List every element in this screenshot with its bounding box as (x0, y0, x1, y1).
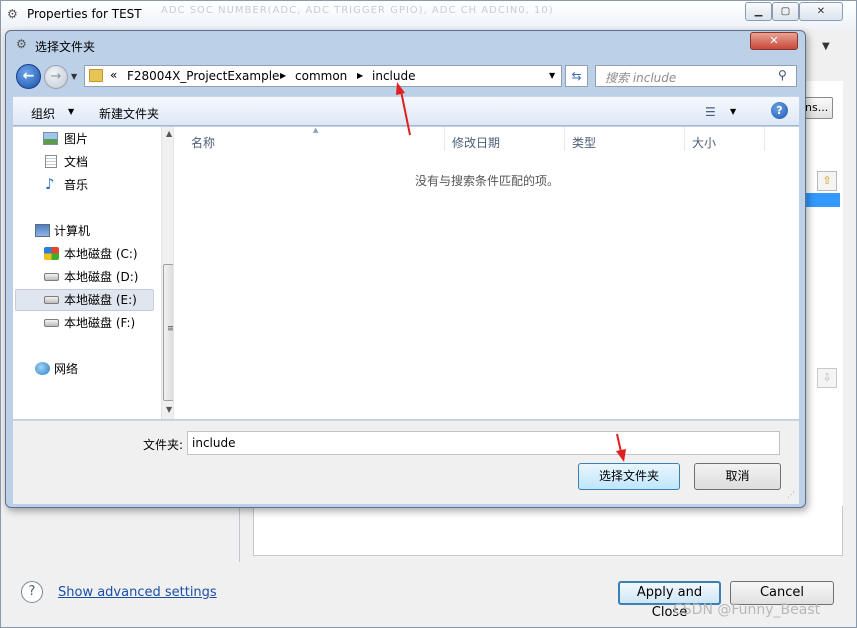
move-down-icon[interactable]: ⇩ (817, 368, 837, 388)
chevron-down-icon[interactable]: ▼ (730, 107, 736, 116)
column-header-type[interactable]: 类型 (572, 134, 596, 151)
folder-icon (89, 69, 103, 82)
system-drive-icon (44, 247, 59, 260)
breadcrumb-item[interactable]: include (372, 69, 415, 83)
view-options-icon[interactable]: ☰ (705, 105, 716, 119)
column-divider[interactable] (564, 127, 565, 151)
nav-item-label: 计算机 (54, 224, 91, 238)
nav-item-network[interactable]: 网络 (13, 358, 155, 380)
folder-label: 文件夹: (143, 438, 184, 452)
background-lower-panel (253, 506, 843, 556)
watermark: CSDN @Funny_Beast (673, 602, 821, 618)
file-list-pane: ▲ 名称 修改日期 类型 大小 没有与搜索条件匹配的项。 (173, 126, 799, 419)
nav-item-computer[interactable]: 计算机 (13, 220, 155, 242)
sort-ascending-icon: ▲ (313, 126, 319, 134)
select-folder-dialog: ⚙ 选择文件夹 ✕ ← → ▼ « F28004X_ProjectExample… (5, 30, 806, 508)
nav-item-label: 文档 (64, 155, 89, 169)
search-icon[interactable]: ⚲ (778, 68, 787, 82)
nav-item-drive-e[interactable]: 本地磁盘 (E:) (15, 289, 154, 311)
nav-item-music[interactable]: ♪ 音乐 (13, 174, 155, 196)
resize-grip-icon[interactable]: ⋰ (787, 490, 795, 499)
folder-name-input[interactable] (187, 431, 780, 455)
nav-item-label: 本地磁盘 (C:) (64, 247, 138, 261)
column-divider[interactable] (764, 127, 765, 151)
nav-item-documents[interactable]: 文档 (13, 151, 155, 173)
dialog-title: 选择文件夹 (35, 40, 96, 54)
help-icon[interactable]: ? (21, 581, 43, 603)
search-placeholder[interactable]: 搜索 include (605, 69, 676, 86)
nav-item-label: 网络 (54, 362, 79, 376)
chevron-down-icon[interactable]: ▼ (822, 41, 830, 52)
nav-item-label: 音乐 (64, 178, 89, 192)
background-list-panel (803, 81, 843, 541)
app-icon: ⚙ (7, 7, 18, 21)
column-divider[interactable] (684, 127, 685, 151)
new-folder-button[interactable]: 新建文件夹 (99, 105, 159, 122)
chevron-right-icon[interactable]: ▶ (280, 71, 286, 80)
chevron-right-icon[interactable]: ▶ (357, 71, 363, 80)
dialog-footer: 文件夹: 选择文件夹 取消 ⋰ (13, 420, 799, 504)
column-header-modified[interactable]: 修改日期 (452, 134, 500, 151)
computer-icon (35, 224, 50, 237)
drive-icon (44, 273, 59, 281)
pictures-icon (43, 132, 58, 145)
organize-menu[interactable]: 组织 (31, 105, 55, 122)
minimize-button[interactable]: ▁ (745, 2, 772, 21)
move-up-icon[interactable]: ⇧ (817, 171, 837, 191)
toolbar: 组织 ▼ 新建文件夹 ☰ ▼ ? (13, 96, 799, 126)
history-dropdown-icon[interactable]: ▼ (71, 72, 77, 81)
properties-title: Properties for TEST (27, 7, 142, 21)
drive-icon (44, 296, 59, 304)
address-bar[interactable]: « F28004X_ProjectExample ▶ common ▶ incl… (84, 65, 562, 87)
forward-arrow-icon[interactable]: → (44, 65, 68, 89)
empty-message: 没有与搜索条件匹配的项。 (414, 174, 559, 188)
nav-item-label: 本地磁盘 (E:) (64, 293, 137, 307)
nav-item-drive-f[interactable]: 本地磁盘 (F:) (13, 312, 155, 334)
breadcrumb-item[interactable]: F28004X_ProjectExample (127, 69, 279, 83)
selected-list-row[interactable] (806, 193, 840, 207)
select-folder-button[interactable]: 选择文件夹 (578, 463, 680, 490)
nav-item-drive-c[interactable]: 本地磁盘 (C:) (13, 243, 155, 265)
network-icon (35, 362, 50, 375)
properties-title-bar: ⚙ Properties for TEST ADC SOC NUMBER(ADC… (1, 1, 856, 29)
drive-icon (44, 319, 59, 327)
close-button[interactable]: ✕ (799, 2, 843, 21)
options-button[interactable]: ns... (803, 97, 833, 119)
dialog-close-button[interactable]: ✕ (750, 32, 798, 50)
dialog-cancel-button[interactable]: 取消 (694, 463, 781, 490)
divider (239, 506, 240, 562)
nav-item-drive-d[interactable]: 本地磁盘 (D:) (13, 266, 155, 288)
back-arrow-icon[interactable]: ← (16, 64, 41, 89)
scroll-down-icon[interactable]: ▼ (166, 405, 172, 414)
dialog-icon: ⚙ (16, 37, 27, 51)
navigation-pane: 图片 文档 ♪ 音乐 计算机 本地磁盘 (C:) 本地磁盘 (D:) 本地磁盘 … (13, 127, 178, 419)
address-dropdown-icon[interactable]: ▼ (549, 71, 555, 80)
column-divider[interactable] (444, 127, 445, 151)
help-icon[interactable]: ? (771, 102, 788, 119)
column-header-name[interactable]: 名称 (191, 134, 215, 151)
refresh-icon[interactable]: ⇆ (565, 65, 588, 87)
documents-icon (45, 155, 57, 168)
scroll-up-icon[interactable]: ▲ (166, 129, 172, 138)
column-header-size[interactable]: 大小 (692, 134, 716, 151)
background-faint-text: ADC SOC NUMBER(ADC, ADC TRIGGER GPIO), A… (161, 5, 554, 16)
nav-item-pictures[interactable]: 图片 (13, 128, 155, 150)
breadcrumb-overflow[interactable]: « (110, 68, 117, 82)
breadcrumb-item[interactable]: common (295, 69, 347, 83)
music-icon: ♪ (45, 175, 55, 193)
maximize-button[interactable]: ▢ (772, 2, 799, 21)
nav-item-label: 本地磁盘 (F:) (64, 316, 136, 330)
nav-item-label: 本地磁盘 (D:) (64, 270, 139, 284)
show-advanced-settings-link[interactable]: Show advanced settings (58, 585, 217, 600)
search-box[interactable]: 搜索 include ⚲ (595, 65, 797, 87)
chevron-down-icon[interactable]: ▼ (68, 107, 74, 116)
nav-item-label: 图片 (64, 132, 89, 146)
